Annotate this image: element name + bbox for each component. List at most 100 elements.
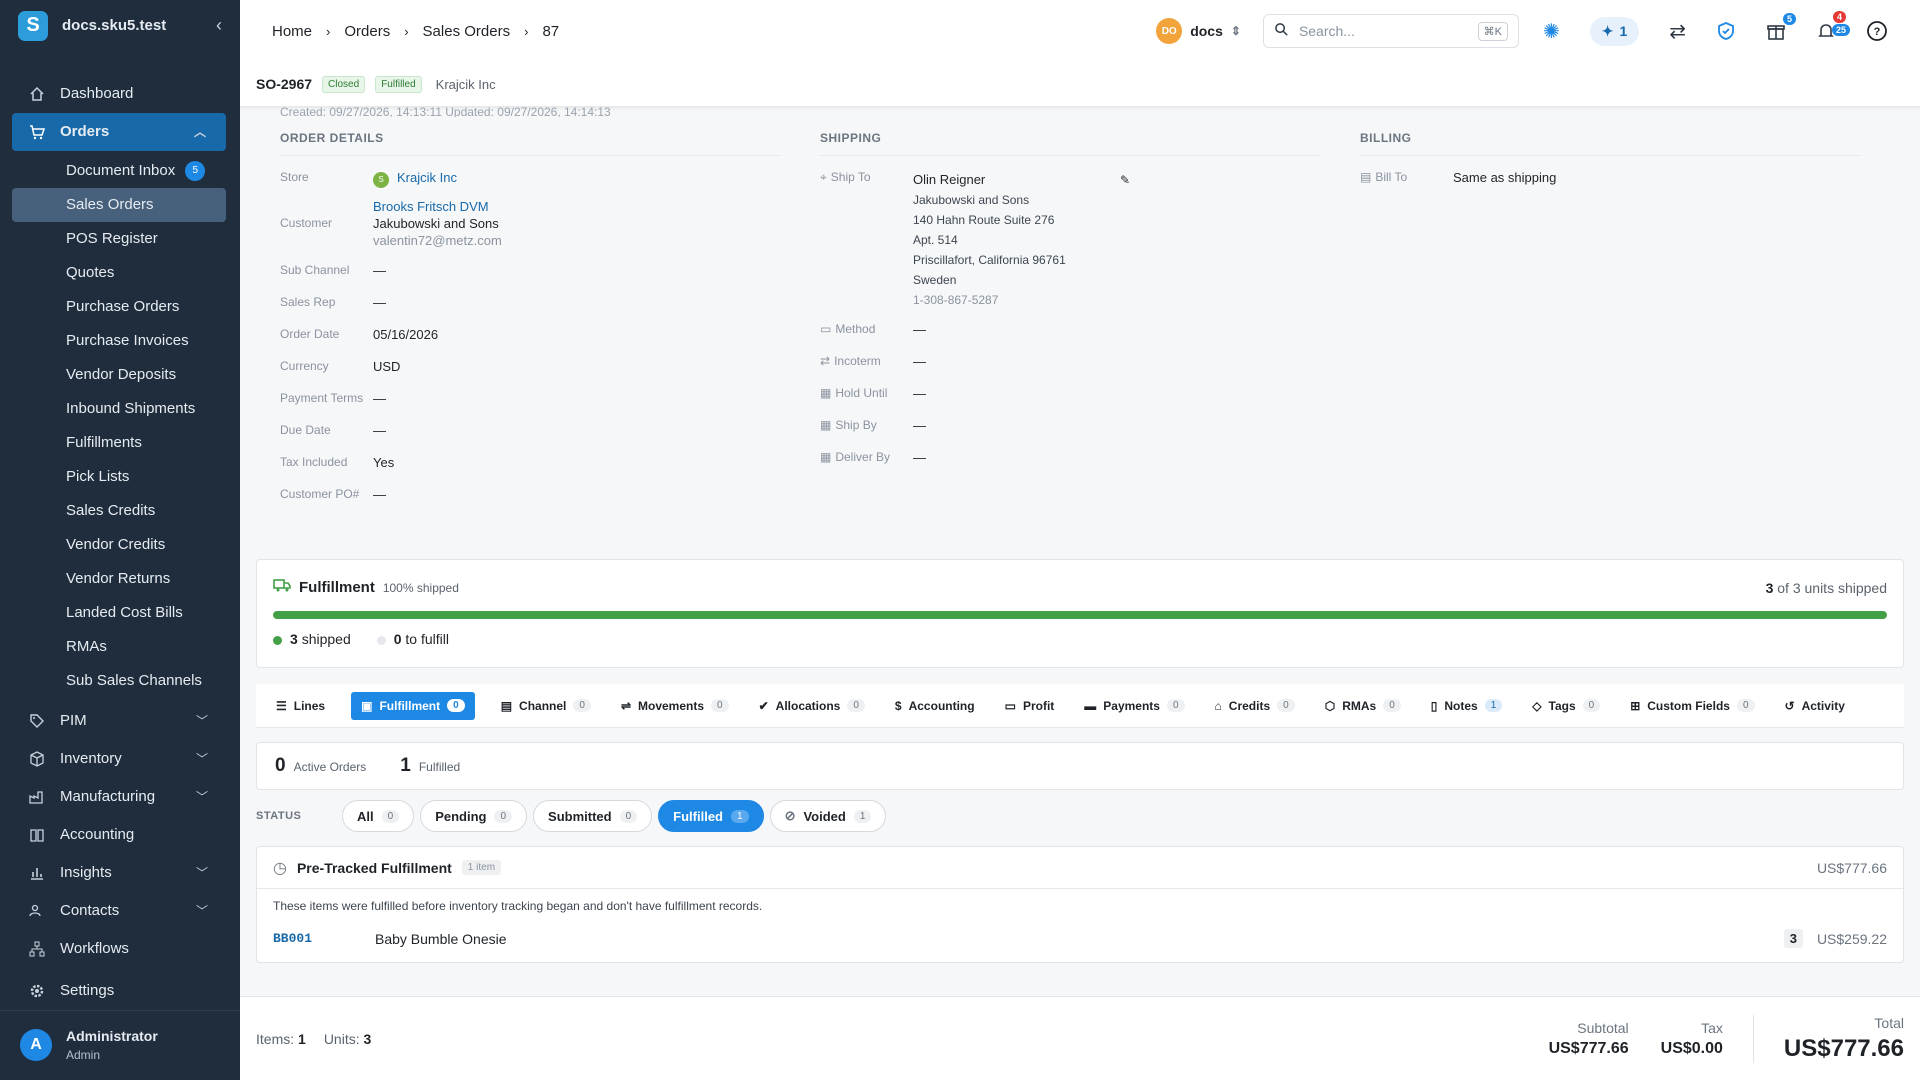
payment-terms-value[interactable]: — [373, 391, 800, 409]
tab-tags[interactable]: ◇ Tags 0 [1528, 692, 1604, 720]
fulfilled-stat: 1 Fulfilled [400, 755, 460, 777]
sub-quotes[interactable]: Quotes [0, 256, 240, 290]
items-stat: Items: 1 [256, 1031, 306, 1047]
section-heading: SHIPPING [820, 117, 1320, 156]
sub-pick-lists[interactable]: Pick Lists [0, 460, 240, 494]
method-value[interactable]: — [913, 322, 1340, 340]
line-price: US$259.22 [1816, 930, 1887, 947]
switch-icon[interactable]: ⇄ [1669, 19, 1686, 44]
shipped-dot [273, 635, 282, 645]
clipboard-icon: ▣ [361, 698, 373, 713]
help-icon[interactable]: ? [1866, 20, 1888, 42]
filter-fulfilled[interactable]: Fulfilled 1 [658, 800, 764, 832]
filter-voided[interactable]: ⊘ Voided 1 [769, 800, 887, 832]
user-menu[interactable]: A Administrator Admin [0, 1009, 240, 1080]
store-link[interactable]: Krajcik Inc [397, 170, 457, 185]
updown-chevron-icon: ⇕ [1230, 24, 1241, 38]
crumb-sales-orders[interactable]: Sales Orders [423, 23, 511, 40]
filter-submitted[interactable]: Submitted 0 [533, 800, 653, 832]
shield-icon[interactable] [1716, 21, 1736, 41]
customer-link[interactable]: Brooks Fritsch DVM [373, 199, 489, 214]
tab-credits[interactable]: ⌂ Credits 0 [1211, 692, 1299, 720]
chevron-right-icon: › [524, 23, 529, 39]
field-label: Ship To [830, 170, 871, 184]
search-input[interactable]: Search... ⌘K [1262, 14, 1519, 48]
subtotal-label: Subtotal [1577, 1019, 1629, 1036]
sku-link[interactable]: BB001 [273, 931, 375, 946]
calendar-icon: ▦ [820, 418, 832, 432]
due-date-value[interactable]: — [373, 423, 800, 441]
sub-pos-register[interactable]: POS Register [0, 222, 240, 256]
nav-insights[interactable]: Insights ﹀ [0, 854, 240, 892]
units-value: 3 [363, 1030, 372, 1047]
nav-label: Dashboard [60, 85, 134, 103]
filter-all[interactable]: All 0 [342, 800, 415, 832]
filter-pending[interactable]: Pending 0 [420, 800, 528, 832]
hold-until-value[interactable]: — [913, 386, 1340, 404]
bell-icon[interactable]: 4 25 [1816, 11, 1850, 41]
customer-po-value[interactable]: — [373, 487, 800, 505]
nav-workflows[interactable]: Workflows [0, 930, 240, 968]
incoterm-value[interactable]: — [913, 354, 1340, 372]
tab-channel[interactable]: ▤ Channel 0 [497, 692, 595, 720]
tax-label: Tax [1701, 1019, 1723, 1036]
ship-to-country: Sweden [913, 273, 957, 287]
ai-assistant-button[interactable]: ✦ 1 [1589, 16, 1640, 46]
deliver-by-value[interactable]: — [913, 450, 1340, 468]
sub-sales-orders[interactable]: Sales Orders [12, 187, 226, 222]
ban-icon: ⊘ [784, 808, 796, 823]
sub-vendor-credits[interactable]: Vendor Credits [0, 528, 240, 562]
workspace-switcher[interactable]: DO docs ⇕ [1156, 18, 1241, 44]
nav-manufacturing[interactable]: Manufacturing ﹀ [0, 778, 240, 816]
main-nav: Dashboard Orders ︿ Document Inbox 5 Sales… [0, 52, 240, 1010]
tab-notes[interactable]: ▯ Notes 1 [1427, 692, 1507, 720]
nav-settings[interactable]: Settings [0, 972, 240, 1010]
sub-vendor-deposits[interactable]: Vendor Deposits [0, 358, 240, 392]
sub-document-inbox[interactable]: Document Inbox 5 [0, 154, 240, 188]
fulfillment-percent: 100% shipped [382, 580, 459, 595]
nav-contacts[interactable]: Contacts ﹀ [0, 892, 240, 930]
shipped-label: shipped [301, 631, 351, 647]
integrations-icon[interactable]: ✺ [1543, 19, 1560, 44]
sub-sub-sales-channels[interactable]: Sub Sales Channels [0, 664, 240, 698]
edit-address-icon[interactable]: ✎ [1120, 170, 1130, 190]
pretracked-count: 1 item [461, 860, 502, 875]
sub-purchase-invoices[interactable]: Purchase Invoices [0, 324, 240, 358]
tab-accounting[interactable]: $ Accounting [891, 692, 979, 720]
nav-pim[interactable]: PIM ﹀ [0, 702, 240, 740]
field-label: Incoterm [834, 354, 881, 368]
sub-rmas[interactable]: RMAs [0, 630, 240, 664]
crumb-orders[interactable]: Orders [344, 23, 390, 40]
gift-badge: 5 [1782, 13, 1796, 25]
sub-sales-credits[interactable]: Sales Credits [0, 494, 240, 528]
user-role: Admin [66, 1048, 101, 1063]
nav-inventory[interactable]: Inventory ﹀ [0, 740, 240, 778]
nav-dashboard[interactable]: Dashboard [0, 75, 240, 113]
sub-fulfillments[interactable]: Fulfillments [0, 426, 240, 460]
tab-profit[interactable]: ▭ Profit [1001, 692, 1059, 720]
ship-by-value[interactable]: — [913, 418, 1340, 436]
tab-rmas[interactable]: ⬡ RMAs 0 [1321, 692, 1405, 720]
tab-count: 0 [1383, 699, 1401, 712]
tab-fulfillment[interactable]: ▣ Fulfillment 0 [351, 691, 475, 720]
tab-custom-fields[interactable]: ⊞ Custom Fields 0 [1626, 692, 1758, 720]
collapse-sidebar-icon[interactable]: ‹ [216, 15, 222, 36]
sales-rep-value[interactable]: — [373, 295, 800, 313]
nav-accounting[interactable]: Accounting [0, 816, 240, 854]
sub-inbound-shipments[interactable]: Inbound Shipments [0, 392, 240, 426]
nav-orders[interactable]: Orders ︿ [12, 112, 226, 151]
order-date-value[interactable]: 05/16/2026 [373, 327, 800, 345]
tab-payments[interactable]: ▬ Payments 0 [1080, 692, 1188, 720]
sub-purchase-orders[interactable]: Purchase Orders [0, 290, 240, 324]
tab-activity[interactable]: ↺ Activity [1781, 692, 1849, 720]
notifications-badge-red: 4 [1832, 11, 1846, 23]
tab-movements[interactable]: ⇌ Movements 0 [617, 692, 733, 720]
crumb-home[interactable]: Home [272, 23, 312, 40]
tab-allocations[interactable]: ✔ Allocations 0 [755, 692, 869, 720]
sub-vendor-returns[interactable]: Vendor Returns [0, 562, 240, 596]
tab-count: 0 [1166, 699, 1185, 712]
sub-landed-cost-bills[interactable]: Landed Cost Bills [0, 596, 240, 630]
tab-lines[interactable]: ☰ Lines [272, 692, 329, 720]
gift-icon[interactable]: 5 [1766, 13, 1796, 41]
sub-channel-value[interactable]: — [373, 263, 800, 281]
